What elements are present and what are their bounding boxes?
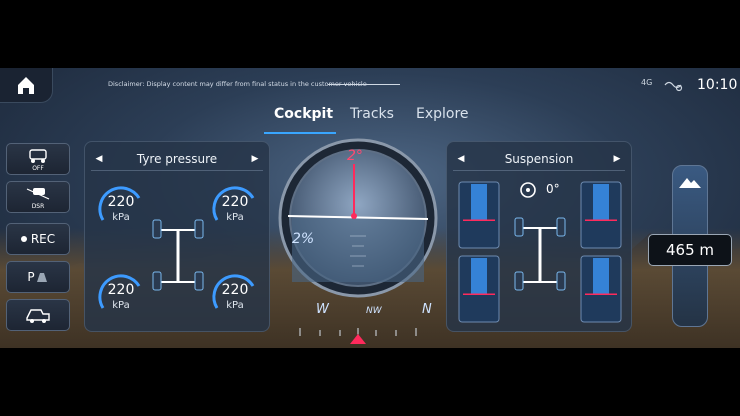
tyre-unit: kPa	[112, 212, 130, 223]
record-label: REC	[30, 232, 56, 246]
tyre-gauge-rear-right: 220 kPa	[209, 268, 261, 318]
offroad-off-label: OFF	[32, 165, 44, 172]
compass-west: W	[316, 302, 329, 317]
tyre-unit: kPa	[226, 212, 244, 223]
tyre-value: 220	[107, 194, 135, 210]
suspension-bar-front-right	[580, 181, 622, 249]
suspension-panel: ◀ Suspension ▶ 0°	[446, 141, 632, 332]
suspension-bar-rear-left	[458, 255, 500, 323]
dashboard-screen: Disclaimer: Display content may differ f…	[0, 68, 740, 348]
tyre-unit: kPa	[112, 300, 130, 311]
navigation-location-icon	[664, 81, 683, 92]
suspension-level-bars	[458, 181, 622, 323]
tyre-gauge-front-right: 220 kPa	[209, 180, 261, 230]
compass-northwest: NW	[366, 306, 382, 316]
record-button[interactable]: REC	[6, 223, 70, 255]
parking-camera-icon	[36, 273, 47, 282]
active-tab-indicator	[264, 132, 336, 134]
mountain-icon	[679, 178, 701, 188]
tyre-unit: kPa	[226, 300, 244, 311]
tab-tracks[interactable]: Tracks	[350, 106, 394, 122]
tyre-value: 220	[221, 282, 249, 298]
tyre-gauge-front-left: 220 kPa	[95, 180, 147, 230]
trailer-camera-icon	[26, 309, 50, 323]
altitude-readout: 465 m	[648, 234, 732, 266]
record-dot-icon	[20, 236, 27, 242]
parking-label: P	[27, 270, 35, 284]
dsr-button[interactable]: DSR	[6, 181, 70, 213]
offroad-off-button[interactable]: OFF	[6, 143, 70, 175]
offroad-vehicle-icon: OFF	[29, 149, 47, 172]
trailer-camera-button[interactable]	[6, 299, 70, 331]
tab-bar: Cockpit Tracks Explore	[270, 106, 480, 134]
tab-cockpit[interactable]: Cockpit	[274, 106, 333, 122]
parking-camera-button[interactable]: P	[6, 261, 70, 293]
home-icon	[18, 77, 34, 94]
dsr-label: DSR	[32, 203, 45, 210]
downhill-speed-icon: DSR	[26, 188, 50, 210]
compass-north: N	[422, 302, 432, 317]
tyre-value: 220	[221, 194, 249, 210]
tab-explore[interactable]: Explore	[416, 106, 469, 122]
tyre-value: 220	[107, 282, 135, 298]
home-button[interactable]	[0, 68, 53, 103]
network-indicator: 4G	[641, 78, 653, 87]
suspension-bar-rear-right	[580, 255, 622, 323]
heading-marker	[350, 334, 366, 344]
tyre-pressure-panel: ◀ Tyre pressure ▶ 220 kPa 220 kPa 220 kP…	[84, 141, 270, 332]
roll-percent-readout: 2%	[292, 231, 315, 247]
suspension-bar-front-left	[458, 181, 500, 249]
clock: 10:10	[697, 77, 738, 93]
pitch-angle-readout: 2°	[347, 148, 363, 164]
tyre-gauge-rear-left: 220 kPa	[95, 268, 147, 318]
disclaimer-divider	[328, 84, 400, 85]
